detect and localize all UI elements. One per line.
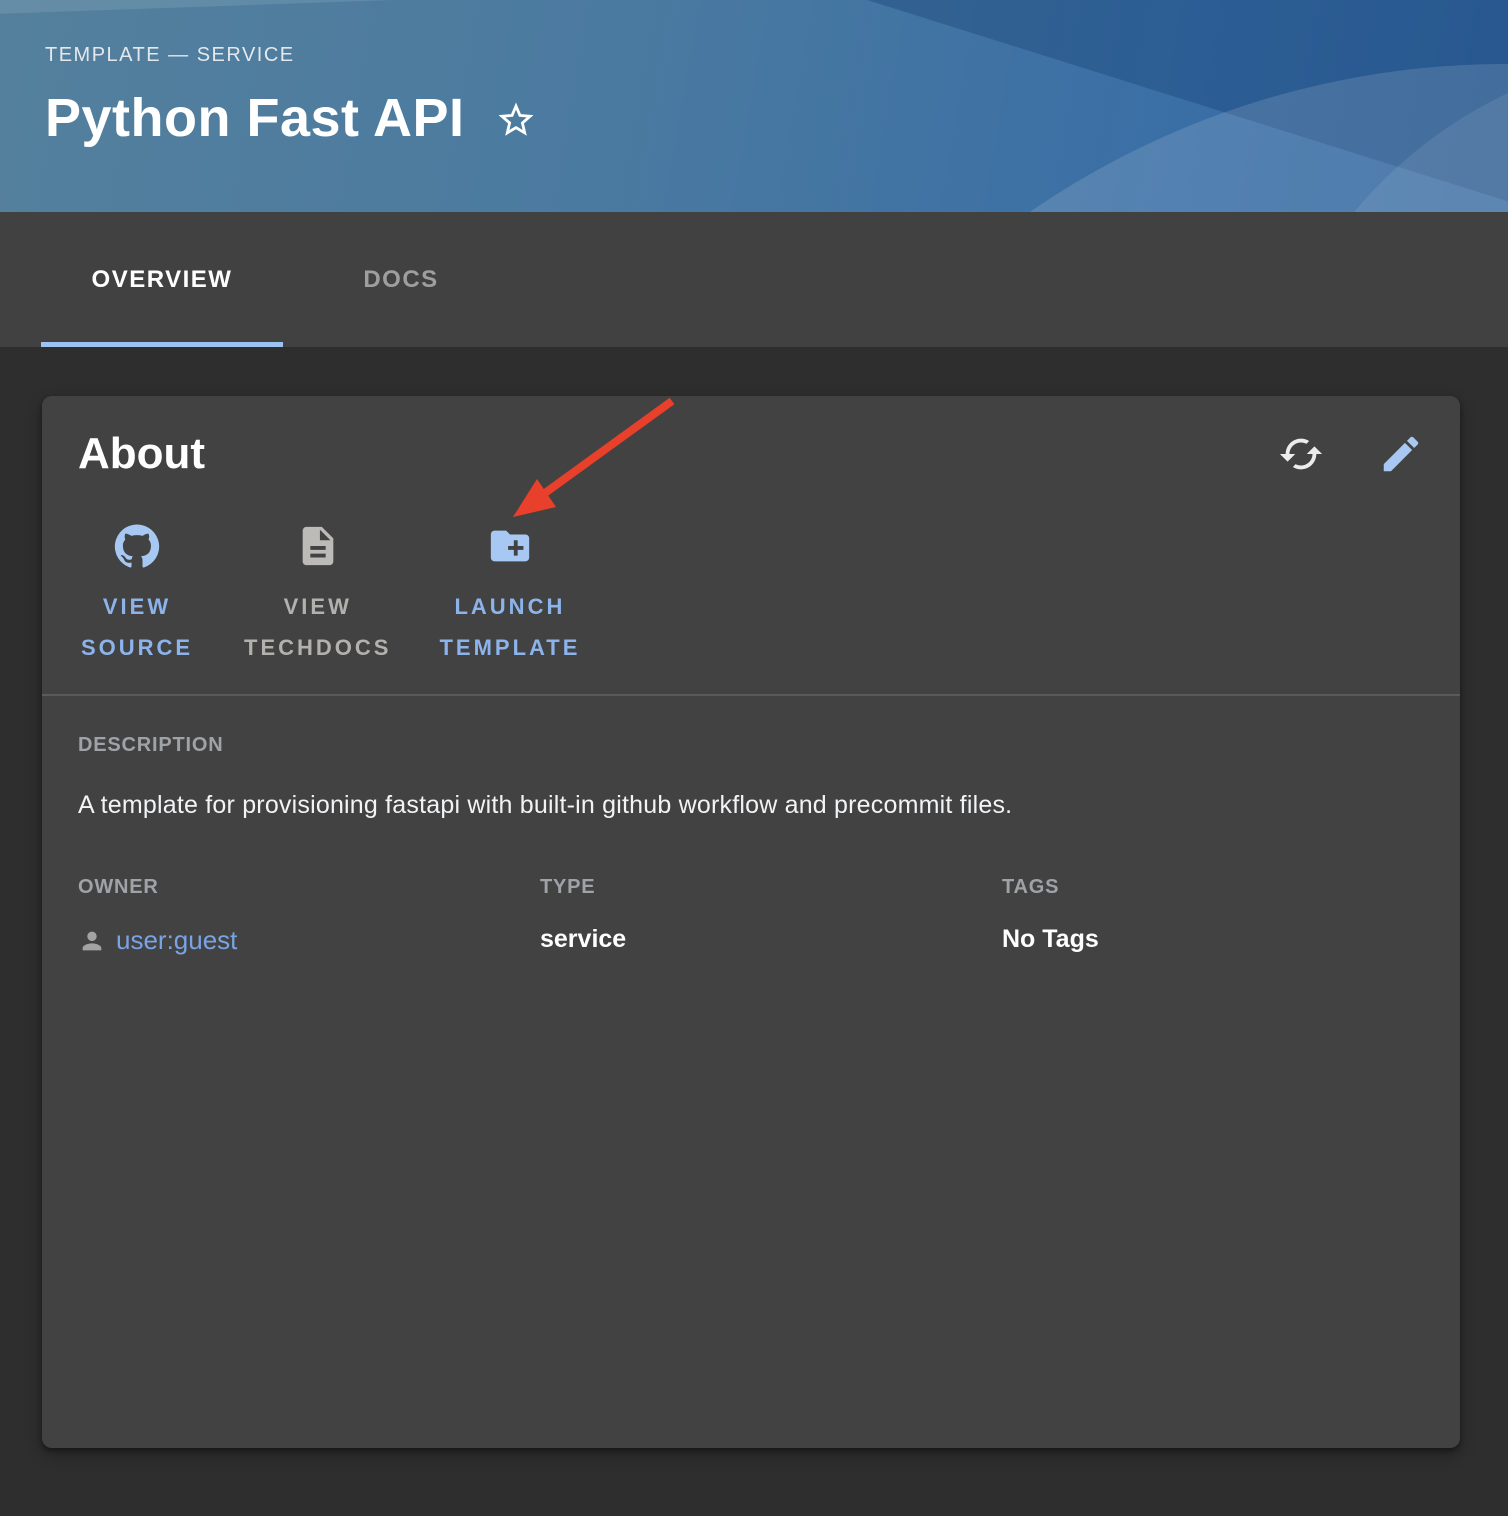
description-label: DESCRIPTION <box>78 734 1424 757</box>
entity-header: TEMPLATE — SERVICE Python Fast API <box>0 0 1508 212</box>
description-text: A template for provisioning fastapi with… <box>78 791 1424 820</box>
about-card-actions: VIEW SOURCE VIEW TECHDOCS <box>78 522 1424 668</box>
tags-label: TAGS <box>1002 876 1424 899</box>
card-divider <box>42 694 1460 696</box>
launch-template-label: LAUNCH TEMPLATE <box>439 586 580 668</box>
about-card: About VIEW SOURCE <box>42 396 1460 1448</box>
header-light-swoosh-decoration <box>668 64 1508 212</box>
type-label: TYPE <box>540 876 1002 899</box>
tags-value: No Tags <box>1002 925 1424 954</box>
breadcrumb: TEMPLATE — SERVICE <box>45 44 295 67</box>
tab-docs-label: DOCS <box>363 266 438 294</box>
owner-link[interactable]: user:guest <box>116 925 237 956</box>
person-icon <box>78 927 106 955</box>
page-title: Python Fast API <box>45 86 465 150</box>
main-content: About VIEW SOURCE <box>0 347 1508 1448</box>
view-source-button[interactable]: VIEW SOURCE <box>78 522 196 668</box>
about-card-title: About <box>78 429 205 479</box>
metadata-grid: OWNER user:guest TYPE service TAGS No Ta… <box>78 876 1424 956</box>
create-new-folder-icon <box>487 522 533 570</box>
refresh-icon[interactable] <box>1278 431 1324 477</box>
view-techdocs-label: VIEW TECHDOCS <box>244 586 391 668</box>
tab-bar: OVERVIEW DOCS <box>0 212 1508 347</box>
type-field: TYPE service <box>540 876 1002 956</box>
view-source-label: VIEW SOURCE <box>81 586 193 668</box>
github-icon <box>113 522 161 570</box>
tags-field: TAGS No Tags <box>1002 876 1424 956</box>
type-value: service <box>540 925 1002 954</box>
view-techdocs-button: VIEW TECHDOCS <box>244 522 391 668</box>
favorite-star-icon[interactable] <box>495 99 537 141</box>
header-corner-swoosh-decoration <box>1250 50 1508 212</box>
owner-field: OWNER user:guest <box>78 876 540 956</box>
owner-label: OWNER <box>78 876 540 899</box>
tab-overview[interactable]: OVERVIEW <box>41 212 283 347</box>
launch-template-button[interactable]: LAUNCH TEMPLATE <box>439 522 580 668</box>
entity-page: TEMPLATE — SERVICE Python Fast API OVERV… <box>0 0 1508 1516</box>
tab-docs[interactable]: DOCS <box>331 212 471 347</box>
tab-overview-label: OVERVIEW <box>92 266 233 294</box>
document-icon <box>295 522 341 570</box>
active-tab-indicator <box>41 342 283 347</box>
edit-pencil-icon[interactable] <box>1378 431 1424 477</box>
